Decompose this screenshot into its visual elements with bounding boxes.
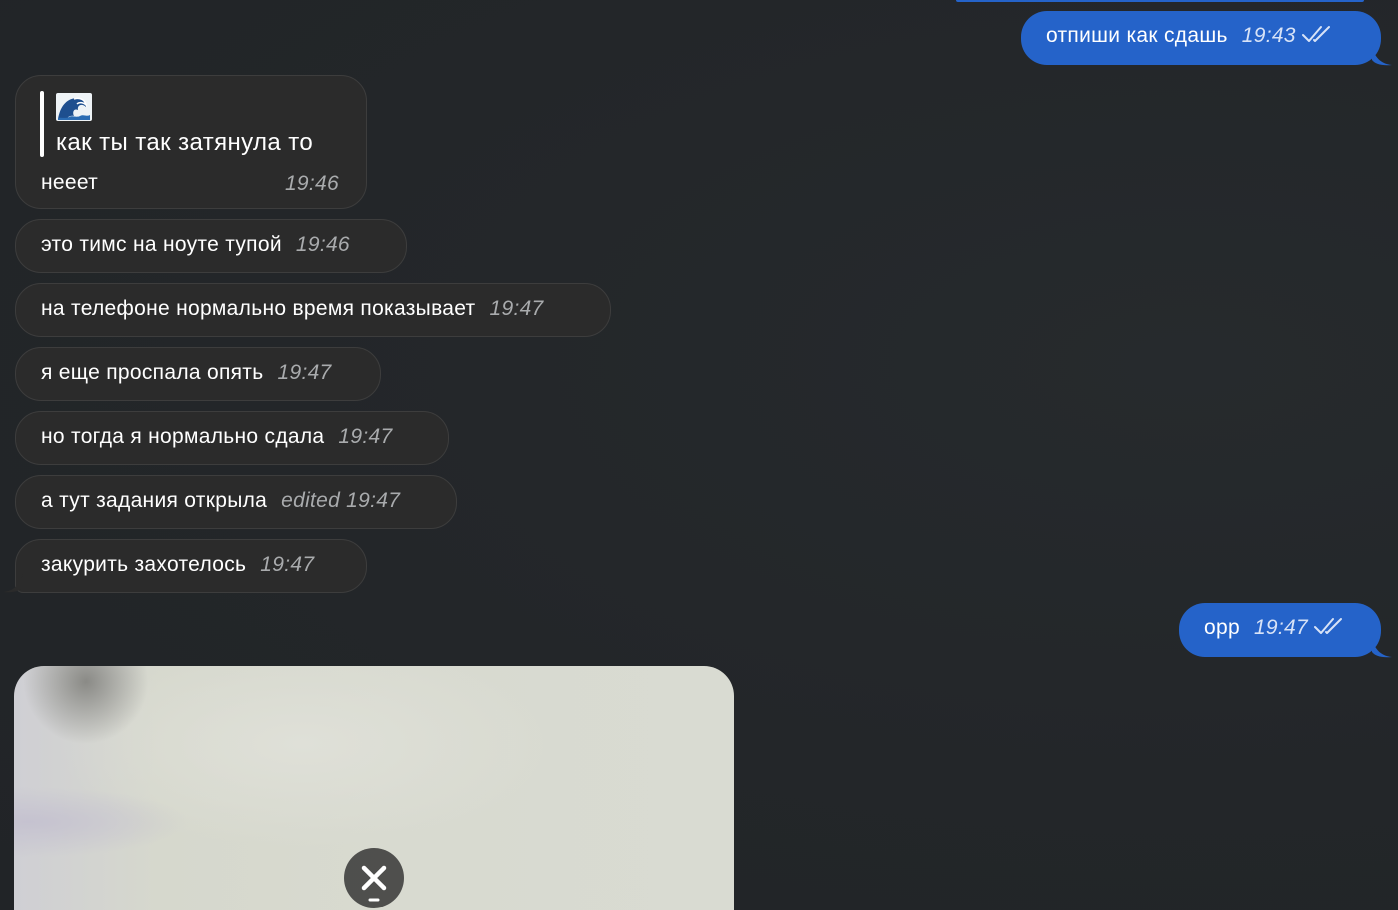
message-time: 19:43 [1241,24,1296,47]
message-text: это тимс на ноуте тупой [41,233,282,256]
reply-quote-text: как ты так затянула то [56,129,314,156]
message-time: 19:47 [346,489,401,512]
read-double-check-icon [1314,618,1343,635]
message-text: на телефоне нормально время показывает [41,297,476,320]
message-text: я еще проспала опять [41,361,264,384]
message-time: 19:46 [295,233,350,256]
message-text: но тогда я нормально сдала [41,425,325,448]
bubble-tail [3,573,23,593]
message-incoming[interactable]: это тимс на ноуте тупой 19:46 [15,219,407,273]
close-icon [361,865,387,902]
read-double-check-icon [1301,26,1330,43]
chat-history: отпиши как сдашь 19:43 как ты так затянул… [0,0,1398,910]
message-time: 19:46 [284,172,339,195]
reply-quote-bar [40,91,44,157]
message-text: а тут задания открыла [41,489,268,512]
wave-emoji-icon [56,93,92,121]
message-time: 19:47 [277,361,332,384]
message-time: 19:47 [338,425,393,448]
message-incoming[interactable]: но тогда я нормально сдала 19:47 [15,411,449,465]
message-incoming[interactable]: я еще проспала опять 19:47 [15,347,381,401]
message-incoming[interactable]: а тут задания открыла edited 19:47 [15,475,457,529]
message-outgoing[interactable]: орр 19:47 [1179,603,1381,657]
message-text: орр [1204,616,1240,639]
cancel-download-button[interactable] [344,848,404,908]
message-time: 19:47 [1253,616,1309,639]
message-outgoing[interactable]: отпиши как сдашь 19:43 [1021,11,1381,65]
message-time: 19:47 [489,297,544,320]
message-incoming[interactable]: закурить захотелось 19:47 [15,539,367,593]
message-text: закурить захотелось [41,553,247,576]
bubble-tail [1372,638,1392,658]
message-text: нееет [41,171,99,194]
message-text: отпиши как сдашь [1046,24,1228,47]
message-incoming-reply[interactable]: как ты так затянула то нееет 19:46 [15,75,367,209]
message-time: 19:47 [260,553,315,576]
previous-message-bubble-edge [956,0,1364,2]
bubble-tail [1372,46,1392,66]
edited-label: edited [281,489,341,512]
message-incoming[interactable]: на телефоне нормально время показывает 19… [15,283,611,337]
